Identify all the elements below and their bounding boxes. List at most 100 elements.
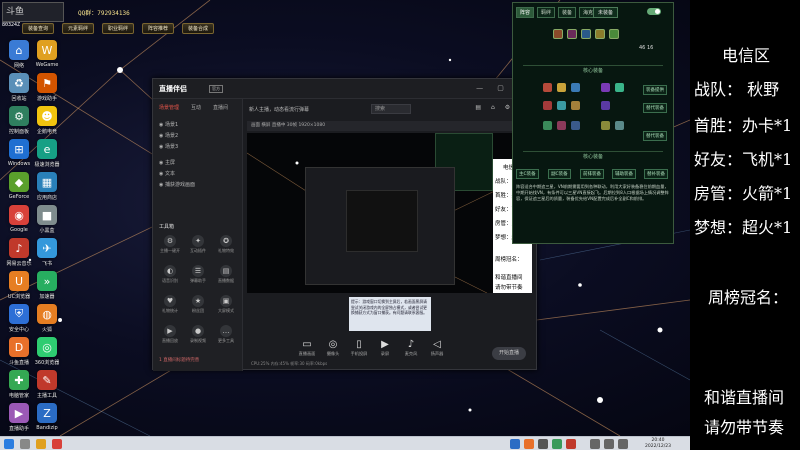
scene-row[interactable]: ◉ 场景2: [159, 132, 178, 139]
toolbox-item[interactable]: ♥ 礼物统计: [157, 295, 183, 317]
source-button[interactable]: ♪ 麦克风: [399, 339, 423, 357]
equip-filter-dropdown[interactable]: 未装备: [593, 7, 619, 18]
toolbox-item[interactable]: ▤ 直播数据: [213, 265, 239, 287]
tip-popup[interactable]: 提示：游戏窗口切换到主屏后，若画面黑屏请尝试关闭游戏内的全屏独占模式，或者尝试更…: [349, 297, 431, 331]
source-button[interactable]: ◎ 摄像头: [321, 339, 345, 357]
champion-icon[interactable]: [567, 29, 577, 39]
desktop-shortcut-label: 斗鱼直播: [8, 360, 29, 366]
toolbox-item[interactable]: ⚙ 主播一键开: [157, 235, 183, 257]
preview-app-window: [305, 167, 455, 285]
clock[interactable]: 20:40 2022/12/23: [645, 438, 671, 450]
scene-row[interactable]: ◉ 场景1: [159, 121, 178, 128]
bench-button[interactable]: 替补装备: [644, 169, 668, 179]
search-input[interactable]: 搜索: [371, 104, 411, 114]
comp-recommend-button[interactable]: 阵容推荐: [142, 23, 175, 34]
role-label: 替代装备: [643, 103, 667, 113]
toolbox-item[interactable]: ● 录制视频: [185, 325, 211, 347]
source-button[interactable]: ▯ 手机投屏: [347, 339, 371, 357]
item-icon[interactable]: [571, 121, 580, 130]
tool-label: 互动插件: [190, 248, 206, 253]
tray-icon[interactable]: [538, 439, 548, 449]
sub-carry-button[interactable]: 副C装备: [548, 169, 571, 179]
desktop-shortcut[interactable]: ◎ 360浏览器: [30, 337, 64, 373]
preview-toolbar[interactable]: 画面 横屏 直播中 30帧 1920×1080: [247, 121, 532, 131]
champion-icon[interactable]: [581, 29, 591, 39]
toolbox-item[interactable]: ✪ 礼物特效: [213, 235, 239, 257]
toolbox-item[interactable]: … 更多工具: [213, 325, 239, 347]
app-icon[interactable]: [52, 439, 62, 449]
volume-tray-icon[interactable]: [604, 439, 614, 449]
champion-icon[interactable]: [609, 29, 619, 39]
douyu-icon: D: [9, 337, 29, 357]
toolbox-item[interactable]: ★ 粉丝团: [185, 295, 211, 317]
comp-stats: 46 16: [639, 45, 654, 51]
tray-icon[interactable]: [510, 439, 520, 449]
main-carry-button[interactable]: 主C装备: [516, 169, 539, 179]
toolbox-item[interactable]: ◐ 语音识别: [157, 265, 183, 287]
item-icon[interactable]: [615, 83, 624, 92]
source-button[interactable]: ◁ 扬声器: [425, 339, 449, 357]
tray-icon[interactable]: [524, 439, 534, 449]
ime-tray-icon[interactable]: [618, 439, 628, 449]
toolbox-item[interactable]: ▶ 直播回放: [157, 325, 183, 347]
item-icon[interactable]: [557, 121, 566, 130]
desktop-shortcut[interactable]: ✈ 飞书: [30, 238, 64, 274]
champion-icon[interactable]: [553, 29, 563, 39]
support-button[interactable]: 辅助装备: [612, 169, 636, 179]
desktop-shortcut[interactable]: Z Bandizip: [30, 403, 64, 439]
item-icon[interactable]: [601, 121, 610, 130]
tray-icon[interactable]: [566, 439, 576, 449]
item-icon[interactable]: [543, 83, 552, 92]
start-icon[interactable]: [4, 439, 14, 449]
tab-scenes[interactable]: 场景管理: [159, 104, 179, 111]
item-icon[interactable]: [543, 101, 552, 110]
item-icon[interactable]: [557, 83, 566, 92]
toolbox-item[interactable]: ✦ 互动插件: [185, 235, 211, 257]
scene-row[interactable]: ◉ 捕获游戏画面: [159, 181, 195, 188]
item-icon[interactable]: [557, 101, 566, 110]
desktop-shortcut[interactable]: ▦ 应用商店: [30, 172, 64, 208]
desktop-shortcut[interactable]: ✎ 主播工具: [30, 370, 64, 406]
element-synergy-button[interactable]: 元素羁绊: [62, 23, 95, 34]
equipment-query-button[interactable]: 装备查询: [22, 23, 55, 34]
desktop-shortcut[interactable]: ■ 小黑盒: [30, 205, 64, 241]
source-label: 录屏: [380, 351, 390, 356]
champion-icon[interactable]: [595, 29, 605, 39]
live-icon: ▶: [9, 403, 29, 423]
toolbox-item[interactable]: ▣ 大屏模式: [213, 295, 239, 317]
desktop-shortcut[interactable]: e 极速浏览器: [30, 139, 64, 175]
scene-row[interactable]: ◉ 主屏: [159, 159, 175, 166]
toolbox-item[interactable]: ☰ 弹幕助手: [185, 265, 211, 287]
room-title-warning[interactable]: 1 直播间标题待完善: [159, 357, 199, 363]
item-craft-button[interactable]: 装备合成: [182, 23, 215, 34]
search-icon[interactable]: [20, 439, 30, 449]
tab-comps[interactable]: 阵容: [516, 7, 535, 18]
start-live-button[interactable]: 开始直播: [492, 347, 526, 360]
tab-interaction[interactable]: 互动: [191, 104, 201, 111]
item-icon[interactable]: [543, 121, 552, 130]
panel-toggle[interactable]: [647, 8, 661, 15]
scene-row[interactable]: ◉ 文本: [159, 170, 175, 177]
tab-items[interactable]: 装备: [558, 7, 577, 18]
item-icon[interactable]: [601, 83, 610, 92]
desktop-shortcut[interactable]: W WeGame: [30, 40, 64, 76]
tray-icon[interactable]: [552, 439, 562, 449]
desktop-shortcut[interactable]: ☻ 企鹅电竞: [30, 106, 64, 142]
desktop-shortcut[interactable]: ◍ 火狐: [30, 304, 64, 340]
item-icon[interactable]: [571, 101, 580, 110]
tab-room[interactable]: 直播间: [213, 104, 228, 111]
scene-row[interactable]: ◉ 场景3: [159, 143, 178, 150]
class-synergy-button[interactable]: 职业羁绊: [102, 23, 135, 34]
desktop-shortcut[interactable]: ⚑ 游戏助手: [30, 73, 64, 109]
item-icon[interactable]: [615, 121, 624, 130]
frontline-button[interactable]: 前排装备: [580, 169, 604, 179]
explorer-icon[interactable]: [36, 439, 46, 449]
source-button[interactable]: ▭ 直播画面: [295, 339, 319, 357]
desktop-shortcut[interactable]: » 加速器: [30, 271, 64, 307]
desktop-shortcut-label: GeForce: [8, 194, 30, 200]
source-button[interactable]: ▶ 录屏: [373, 339, 397, 357]
tab-synergy[interactable]: 羁绊: [537, 7, 556, 18]
item-icon[interactable]: [601, 101, 610, 110]
network-tray-icon[interactable]: [590, 439, 600, 449]
item-icon[interactable]: [571, 83, 580, 92]
